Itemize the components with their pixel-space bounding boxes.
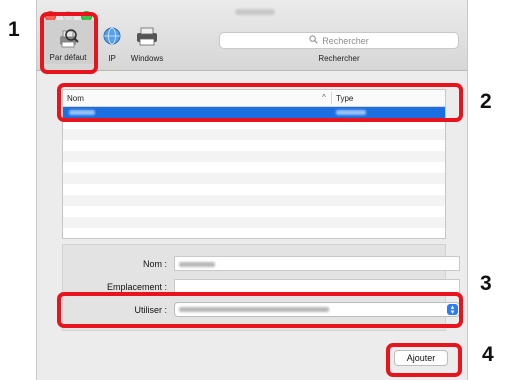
callout-box-1 — [40, 12, 98, 74]
toolbar-windows-button[interactable]: Windows — [121, 22, 173, 63]
name-label: Nom : — [142, 259, 167, 269]
callout-number-3: 3 — [480, 272, 492, 295]
search-icon — [309, 35, 318, 46]
callout-number-1: 1 — [8, 18, 20, 41]
titlebar-toolbar: Par défaut IP Windows Rechercher Recherc… — [37, 0, 467, 71]
list-row — [63, 184, 445, 195]
callout-box-3 — [57, 292, 463, 328]
window-title-redacted — [235, 9, 275, 15]
callout-box-4 — [386, 343, 462, 377]
list-row — [63, 195, 445, 206]
toolbar-windows-label: Windows — [130, 54, 164, 63]
list-row — [63, 173, 445, 184]
search-field[interactable]: Rechercher — [219, 32, 459, 49]
windows-printer-icon — [121, 22, 173, 50]
name-value-redacted — [179, 262, 215, 267]
list-row — [63, 162, 445, 173]
name-field[interactable] — [174, 256, 460, 271]
list-row — [63, 151, 445, 162]
callout-number-2: 2 — [480, 90, 492, 113]
callout-number-4: 4 — [482, 343, 494, 366]
location-label: Emplacement : — [106, 282, 167, 292]
list-row — [63, 206, 445, 217]
list-row — [63, 129, 445, 140]
search-caption: Rechercher — [318, 54, 360, 63]
list-row — [63, 228, 445, 238]
list-row — [63, 140, 445, 151]
search-placeholder: Rechercher — [322, 35, 369, 46]
callout-box-2 — [57, 83, 463, 122]
list-row — [63, 217, 445, 228]
